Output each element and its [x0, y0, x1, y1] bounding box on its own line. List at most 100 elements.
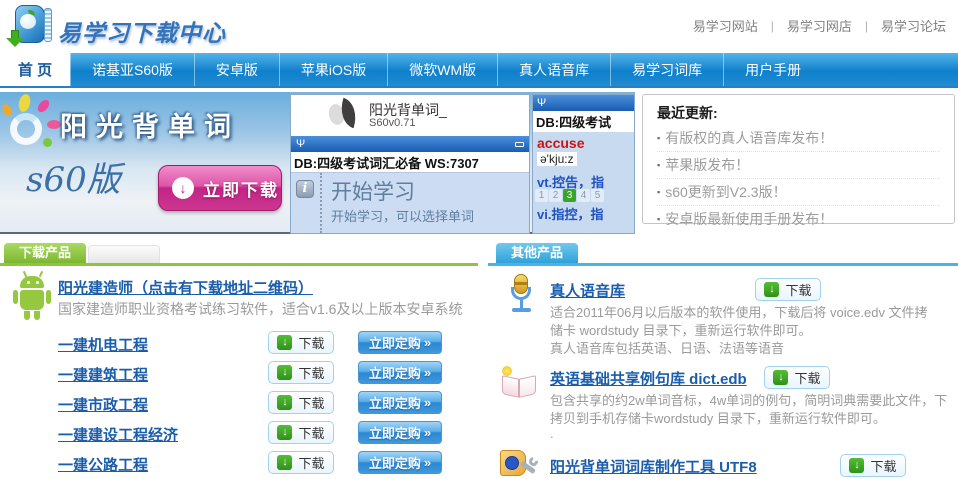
- featured-product-link[interactable]: 阳光建造师（点击有下载地址二维码）: [58, 277, 313, 298]
- product-desc: 真人语音库包括英语、日语、法语等语音: [550, 338, 784, 357]
- download-button[interactable]: ↓ 下载: [268, 451, 334, 474]
- antenna-icon: Ψ: [296, 138, 305, 150]
- product-desc: 适合2011年06月以后版本的软件使用，下载后将 voice.edv 文件拷: [550, 302, 928, 321]
- chevron-right-icon: »: [424, 335, 431, 350]
- separator: |: [771, 19, 774, 33]
- page-number[interactable]: 4: [577, 189, 590, 202]
- download-button[interactable]: ↓ 下载: [268, 361, 334, 384]
- book-icon: [500, 366, 540, 402]
- divider: [488, 263, 958, 266]
- phone-screenshot-2: Ψ DB:四级考试 accuse ə'kju:z vt.控告，指 1 2 3 4…: [532, 94, 635, 234]
- info-icon: i: [296, 180, 314, 198]
- screenshots-area: 阳光背单词_ S60v0.71 Ψ DB:四级考试词汇必备 WS:7307 i …: [290, 92, 635, 234]
- download-icon: ↓: [277, 365, 292, 380]
- download-button[interactable]: ↓ 下载: [840, 454, 906, 477]
- nav-item-android[interactable]: 安卓版: [194, 53, 279, 86]
- product-link[interactable]: 一建公路工程: [58, 454, 148, 475]
- android-robot-icon: [10, 273, 54, 321]
- meaning-vi: vi.指控，指: [537, 204, 603, 223]
- download-button[interactable]: ↓ 下载: [268, 421, 334, 444]
- nav-item-dictionary[interactable]: 易学习词库: [610, 53, 723, 86]
- top-link-website[interactable]: 易学习网站: [693, 16, 758, 35]
- order-button[interactable]: 立即定购»: [358, 421, 442, 444]
- db-status-line: DB:四级考试: [533, 111, 634, 132]
- zipper-icon: [44, 8, 52, 42]
- chevron-right-icon: »: [424, 365, 431, 380]
- download-arrow-head-icon: [6, 38, 24, 47]
- nav-item-ios[interactable]: 苹果iOS版: [279, 53, 387, 86]
- word: accuse: [537, 135, 584, 151]
- product-link[interactable]: 一建机电工程: [58, 334, 148, 355]
- order-button[interactable]: 立即定购»: [358, 391, 442, 414]
- nav-item-home[interactable]: 首 页: [0, 53, 70, 86]
- download-button[interactable]: ↓ 下载: [268, 331, 334, 354]
- page-number[interactable]: 2: [549, 189, 562, 202]
- separator: |: [865, 19, 868, 33]
- download-icon: ↓: [773, 370, 788, 385]
- nav-item-nokia-s60[interactable]: 诺基亚S60版: [70, 53, 194, 86]
- tab-download-products[interactable]: 下载产品: [4, 243, 86, 263]
- main-nav: 首 页 诺基亚S60版 安卓版 苹果iOS版 微软WM版 真人语音库 易学习词库…: [0, 53, 958, 88]
- banner-edition: s60版: [26, 152, 121, 201]
- page-number[interactable]: 1: [535, 189, 548, 202]
- download-icon: ↓: [277, 395, 292, 410]
- product-desc: 包含共享的约2w单词音标，4w单词的例句，简明词典需要此文件，下: [550, 390, 947, 409]
- bullet-icon: ▪: [657, 187, 660, 197]
- site-title: 易学习下载中心: [58, 14, 226, 48]
- pagination: 1 2 3 4 5: [535, 189, 604, 202]
- nav-item-voice-library[interactable]: 真人语音库: [497, 53, 610, 86]
- download-button[interactable]: ↓ 下载: [755, 278, 821, 301]
- top-links: 易学习网站 | 易学习网店 | 易学习论坛: [693, 16, 946, 35]
- featured-product-desc: 国家建造师职业资格考试练习软件，适合v1.6及以上版本安卓系统: [58, 299, 462, 319]
- download-button[interactable]: ↓ 下载: [764, 366, 830, 389]
- battery-icon: [515, 142, 524, 147]
- divider: [0, 263, 478, 266]
- order-button[interactable]: 立即定购»: [358, 451, 442, 474]
- order-button[interactable]: 立即定购»: [358, 361, 442, 384]
- download-icon: ↓: [764, 282, 779, 297]
- download-icon: ↓: [849, 458, 864, 473]
- tab-inactive[interactable]: [88, 245, 160, 263]
- update-item[interactable]: ▪安卓版最新使用手册发布！: [657, 206, 940, 233]
- menu-title: 开始学习: [331, 176, 415, 206]
- recent-updates-title: 最近更新:: [657, 103, 940, 123]
- other-product-link[interactable]: 阳光背单词词库制作工具 UTF8: [550, 456, 757, 477]
- nav-item-wm[interactable]: 微软WM版: [387, 53, 497, 86]
- other-product-link[interactable]: 真人语音库: [550, 280, 625, 301]
- bullet-icon: ▪: [657, 160, 660, 170]
- product-desc: .: [550, 426, 554, 441]
- page-number[interactable]: 5: [591, 189, 604, 202]
- banner-download-button[interactable]: ↓ 立即下载: [158, 165, 282, 211]
- update-item[interactable]: ▪s60更新到V2.3版！: [657, 179, 940, 206]
- download-button[interactable]: ↓ 下载: [268, 391, 334, 414]
- order-button[interactable]: 立即定购»: [358, 331, 442, 354]
- promo-banner: 阳光背单词 s60版 ↓ 立即下载: [0, 92, 290, 234]
- product-desc: 储卡 wordstudy 目录下，重新运行软件即可。: [550, 320, 811, 339]
- app-version: S60v0.71: [369, 117, 415, 129]
- menu-desc: 开始学习，可以选择单词: [331, 206, 474, 225]
- wordbook-tool-icon: [496, 448, 538, 479]
- top-link-store[interactable]: 易学习网店: [787, 16, 852, 35]
- app-splash-logo-icon: [329, 99, 363, 133]
- recent-updates-panel: 最近更新: ▪有版权的真人语音库发布！ ▪苹果版发布！ ▪s60更新到V2.3版…: [642, 94, 955, 224]
- product-link[interactable]: 一建建设工程经济: [58, 424, 178, 445]
- banner-download-label: 立即下载: [203, 176, 279, 201]
- page-number-active[interactable]: 3: [563, 189, 576, 202]
- download-icon: ↓: [277, 455, 292, 470]
- chevron-right-icon: »: [424, 455, 431, 470]
- page: 易学习下载中心 易学习网站 | 易学习网店 | 易学习论坛 首 页 诺基亚S60…: [0, 0, 958, 479]
- apple-icon: [20, 14, 36, 29]
- update-item[interactable]: ▪苹果版发布！: [657, 152, 940, 179]
- update-item[interactable]: ▪有版权的真人语音库发布！: [657, 125, 940, 152]
- divider: [320, 173, 322, 233]
- top-link-forum[interactable]: 易学习论坛: [881, 16, 946, 35]
- other-product-link[interactable]: 英语基础共享例句库 dict.edb: [550, 368, 747, 389]
- download-icon: ↓: [277, 335, 292, 350]
- db-status-line: DB:四级考试词汇必备 WS:7307: [291, 152, 529, 173]
- phonetic: ə'kju:z: [537, 152, 577, 166]
- tab-other-products[interactable]: 其他产品: [496, 243, 578, 263]
- nav-item-manual[interactable]: 用户手册: [723, 53, 822, 86]
- banner-title: 阳光背单词: [60, 105, 240, 144]
- product-link[interactable]: 一建市政工程: [58, 394, 148, 415]
- product-link[interactable]: 一建建筑工程: [58, 364, 148, 385]
